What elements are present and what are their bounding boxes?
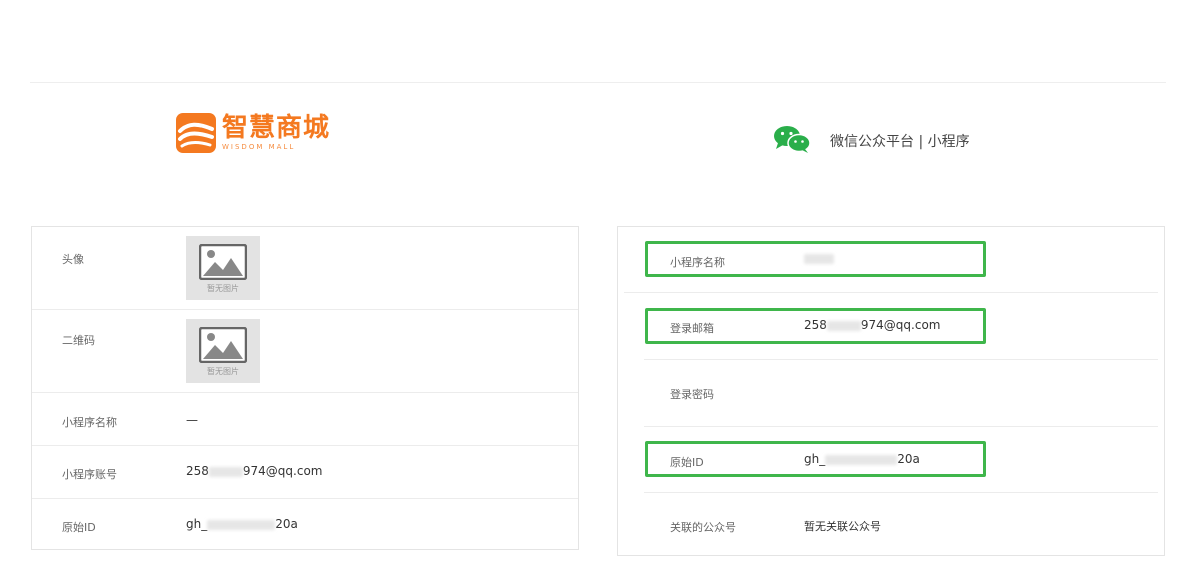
platform-name: 微信公众平台 | 小程序 xyxy=(830,134,970,150)
platform-header: 微信公众平台 | 小程序 xyxy=(772,124,970,158)
avatar-row: 头像 暂无图片 xyxy=(32,227,578,310)
highlight-box-original-id xyxy=(645,441,986,477)
image-placeholder-icon xyxy=(199,244,247,280)
qrcode-label: 二维码 xyxy=(62,334,95,347)
avatar-placeholder-text: 暂无图片 xyxy=(207,284,239,293)
wechat-icon xyxy=(772,124,812,158)
highlight-box-name xyxy=(645,241,986,277)
wx-linked-account-row: 关联的公众号 暂无关联公众号 xyxy=(644,493,1158,555)
header-divider xyxy=(30,82,1166,83)
wechat-account-panel: 小程序名称 登录邮箱 258 974@qq.com 登录密码 原始ID gh_ 20… xyxy=(617,226,1165,556)
original-id-label: 原始ID xyxy=(62,521,96,534)
avatar-label: 头像 xyxy=(62,253,84,266)
avatar-placeholder: 暂无图片 xyxy=(186,236,260,300)
wx-login-password-row: 登录密码 xyxy=(644,360,1158,427)
miniprogram-info-panel: 头像 暂无图片 二维码 暂无图片 小程序名称 — 小程序账号 258 974@qq… xyxy=(31,226,579,550)
brand-name: 智慧商城 xyxy=(222,113,331,143)
miniprogram-account-value: 258 974@qq.com xyxy=(186,464,323,478)
original-id-value: gh_ 20a xyxy=(186,517,298,531)
redacted-blur xyxy=(208,466,243,477)
original-id-row: 原始ID gh_ 20a xyxy=(32,499,578,549)
brand-logo: 智慧商城 WISDOM MALL xyxy=(176,113,330,153)
wx-linked-account-label: 关联的公众号 xyxy=(670,521,736,534)
qrcode-placeholder-text: 暂无图片 xyxy=(207,367,239,376)
wx-login-password-label: 登录密码 xyxy=(670,388,714,401)
qrcode-placeholder: 暂无图片 xyxy=(186,319,260,383)
miniprogram-name-row: 小程序名称 — xyxy=(32,393,578,446)
image-placeholder-icon xyxy=(199,327,247,363)
qrcode-row: 二维码 暂无图片 xyxy=(32,310,578,393)
wave-logo-icon xyxy=(176,113,216,153)
miniprogram-name-label: 小程序名称 xyxy=(62,416,117,429)
miniprogram-account-row: 小程序账号 258 974@qq.com xyxy=(32,446,578,499)
brand-subtitle: WISDOM MALL xyxy=(222,143,296,151)
wx-linked-account-value: 暂无关联公众号 xyxy=(804,520,881,533)
miniprogram-name-value: — xyxy=(186,413,198,427)
redacted-blur xyxy=(207,519,276,530)
highlight-box-email xyxy=(645,308,986,344)
miniprogram-account-label: 小程序账号 xyxy=(62,468,117,481)
